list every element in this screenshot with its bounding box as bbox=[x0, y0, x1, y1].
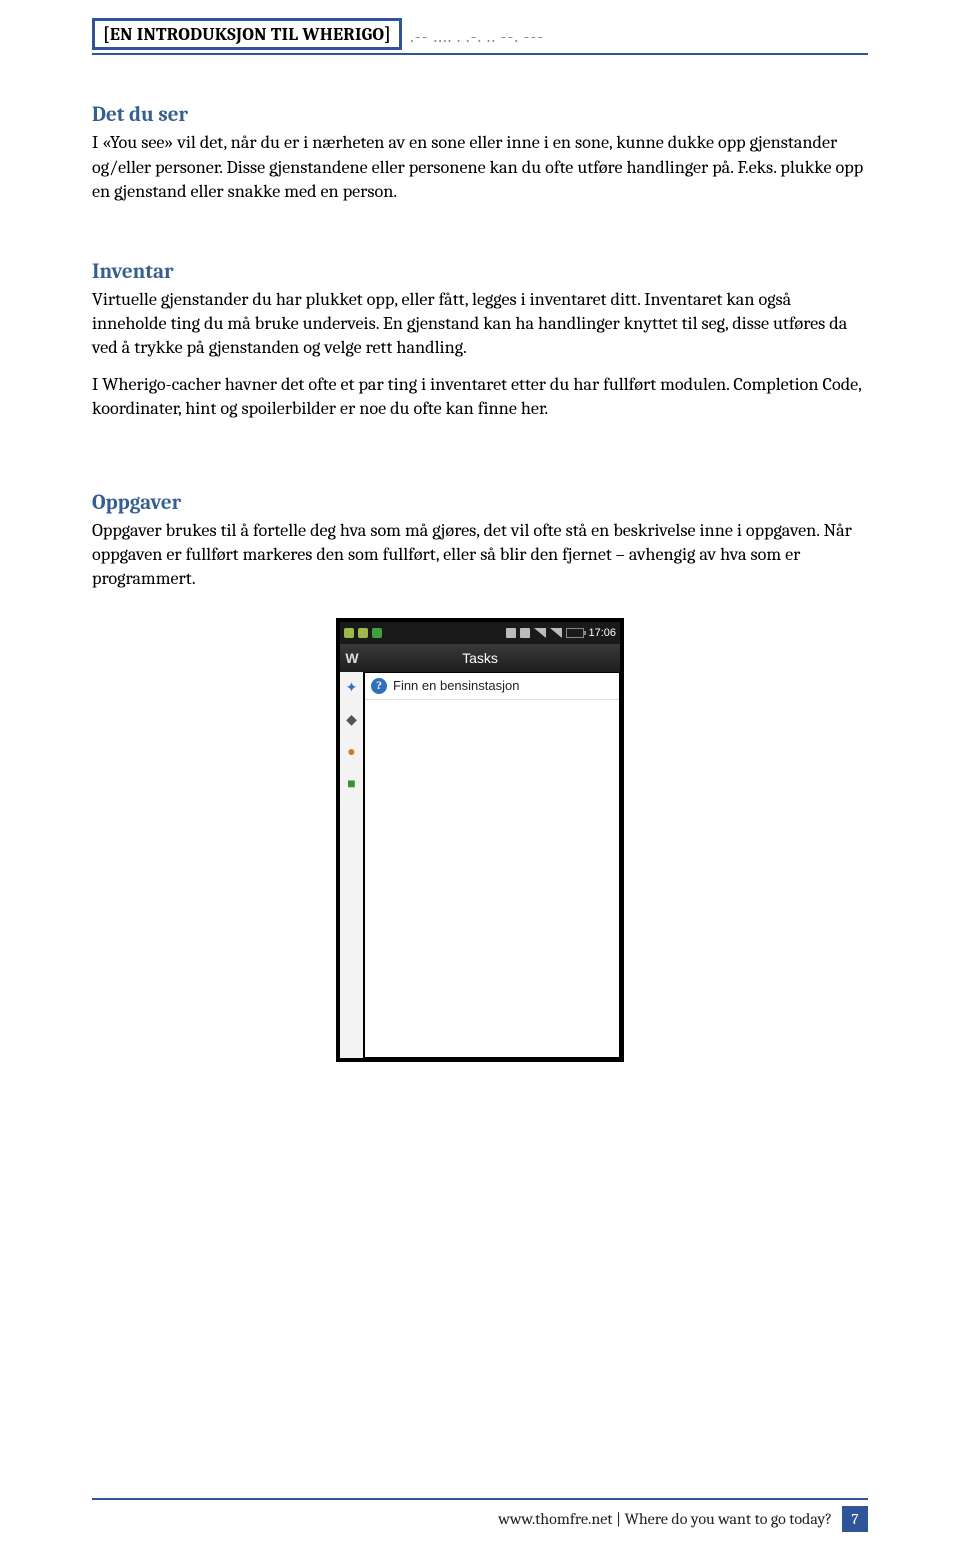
side-icon: ■ bbox=[340, 768, 363, 800]
footer-row: www.thomfre.net | Where do you want to g… bbox=[92, 1506, 868, 1532]
tasks-list[interactable]: ? Finn en bensinstasjon bbox=[364, 672, 620, 1058]
section-body-oppgaver: Oppgaver brukes til å fortelle deg hva s… bbox=[92, 519, 868, 592]
side-icon: ◆ bbox=[340, 704, 363, 736]
notification-icon bbox=[344, 628, 354, 638]
sync-icon bbox=[520, 628, 530, 638]
footer-divider bbox=[92, 1498, 868, 1500]
footer-text: www.thomfre.net | Where do you want to g… bbox=[498, 1510, 832, 1528]
wifi-icon bbox=[534, 628, 546, 638]
task-question-icon: ? bbox=[371, 678, 387, 694]
task-item[interactable]: ? Finn en bensinstasjon bbox=[365, 673, 619, 700]
side-icon: ● bbox=[340, 736, 363, 768]
phone-frame: 17:06 W Tasks ✦ ◆ ● ■ bbox=[336, 618, 624, 1062]
section-body-inventar-1: Virtuelle gjenstander du har plukket opp… bbox=[92, 288, 868, 361]
status-bar: 17:06 bbox=[340, 622, 620, 644]
section-heading-detduser: Det du ser bbox=[92, 103, 868, 127]
page-header: [EN INTRODUKSJON TIL WHERIGO] .-- .... .… bbox=[92, 18, 868, 50]
section-heading-oppgaver: Oppgaver bbox=[92, 491, 868, 515]
status-time: 17:06 bbox=[588, 627, 616, 639]
notification-icon bbox=[358, 628, 368, 638]
section-heading-inventar: Inventar bbox=[92, 260, 868, 284]
task-label: Finn en bensinstasjon bbox=[393, 678, 519, 693]
page-footer: www.thomfre.net | Where do you want to g… bbox=[92, 1498, 868, 1532]
section-body-detduser: I «You see» vil det, når du er i nærhete… bbox=[92, 131, 868, 204]
side-strip: ✦ ◆ ● ■ bbox=[340, 672, 364, 1058]
battery-icon bbox=[566, 628, 584, 638]
side-icon: ✦ bbox=[340, 672, 363, 704]
app-titlebar: W Tasks bbox=[340, 644, 620, 672]
status-left-icons bbox=[344, 628, 382, 638]
tasks-list-area: ✦ ◆ ● ■ ? Finn en bensinstasjon bbox=[340, 672, 620, 1058]
notification-icon bbox=[372, 628, 382, 638]
document-page: [EN INTRODUKSJON TIL WHERIGO] .-- .... .… bbox=[0, 0, 960, 1552]
phone-screen: 17:06 W Tasks ✦ ◆ ● ■ bbox=[340, 622, 620, 1058]
signal-icon bbox=[550, 628, 562, 638]
page-number: 7 bbox=[842, 1506, 868, 1532]
section-body-inventar-2: I Wherigo-cacher havner det ofte et par … bbox=[92, 373, 868, 421]
phone-screenshot: 17:06 W Tasks ✦ ◆ ● ■ bbox=[92, 618, 868, 1062]
bluetooth-icon bbox=[506, 628, 516, 638]
header-morse-code: .-- .... . .-. .. --. --- bbox=[410, 26, 544, 50]
titlebar-title: Tasks bbox=[340, 650, 620, 666]
content-area: Det du ser I «You see» vil det, når du e… bbox=[92, 55, 868, 1061]
header-title: [EN INTRODUKSJON TIL WHERIGO] bbox=[92, 18, 402, 50]
status-right-icons: 17:06 bbox=[506, 627, 616, 639]
